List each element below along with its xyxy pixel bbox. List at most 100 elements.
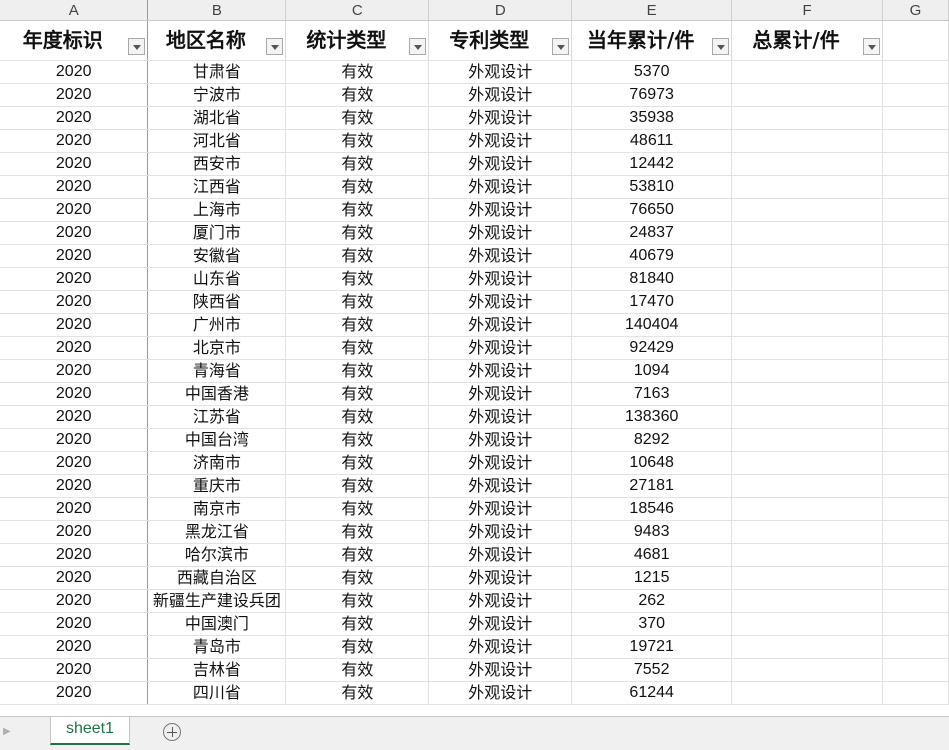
cell[interactable]: 哈尔滨市 <box>147 543 287 567</box>
cell[interactable]: 外观设计 <box>428 681 573 705</box>
cell[interactable] <box>731 428 883 452</box>
cell[interactable]: 外观设计 <box>428 152 573 176</box>
column-header-d[interactable]: D <box>428 0 573 21</box>
cell[interactable] <box>731 382 883 406</box>
cell[interactable]: 1094 <box>571 359 733 383</box>
cell[interactable]: 重庆市 <box>147 474 287 498</box>
cell[interactable]: 吉林省 <box>147 658 287 682</box>
cell[interactable]: 262 <box>571 589 733 613</box>
cell[interactable]: 中国澳门 <box>147 612 287 636</box>
cell[interactable]: 西藏自治区 <box>147 566 287 590</box>
filter-dropdown-icon[interactable] <box>266 38 284 55</box>
cell[interactable]: 76650 <box>571 198 733 222</box>
cell[interactable]: 外观设计 <box>428 106 573 130</box>
cell[interactable]: 黑龙江省 <box>147 520 287 544</box>
cell[interactable]: 外观设计 <box>428 543 573 567</box>
cell[interactable]: 1215 <box>571 566 733 590</box>
cell[interactable]: 四川省 <box>147 681 287 705</box>
header-cell[interactable]: 当年累计/件 <box>571 20 733 61</box>
cell[interactable] <box>882 198 949 222</box>
cell[interactable] <box>731 221 883 245</box>
cell[interactable]: 山东省 <box>147 267 287 291</box>
cell[interactable]: 10648 <box>571 451 733 475</box>
cell[interactable]: 有效 <box>285 681 430 705</box>
cell[interactable]: 有效 <box>285 520 430 544</box>
cell[interactable] <box>882 244 949 268</box>
cell[interactable]: 外观设计 <box>428 520 573 544</box>
cell[interactable] <box>882 520 949 544</box>
cell[interactable]: 7552 <box>571 658 733 682</box>
cell[interactable] <box>882 635 949 659</box>
cell[interactable] <box>731 129 883 153</box>
cell[interactable] <box>731 635 883 659</box>
cell[interactable]: 有效 <box>285 589 430 613</box>
cell[interactable] <box>731 520 883 544</box>
cell[interactable]: 青岛市 <box>147 635 287 659</box>
cell[interactable] <box>731 589 883 613</box>
cell[interactable]: 2020 <box>0 290 149 314</box>
cell[interactable] <box>882 267 949 291</box>
filter-dropdown-icon[interactable] <box>409 38 427 55</box>
cell[interactable]: 有效 <box>285 198 430 222</box>
cell[interactable]: 河北省 <box>147 129 287 153</box>
cell[interactable]: 53810 <box>571 175 733 199</box>
cell[interactable] <box>731 267 883 291</box>
cell[interactable]: 2020 <box>0 129 149 153</box>
header-cell[interactable]: 总累计/件 <box>731 20 883 61</box>
cell[interactable]: 12442 <box>571 152 733 176</box>
cell[interactable]: 2020 <box>0 589 149 613</box>
cell[interactable]: 2020 <box>0 60 149 84</box>
cell[interactable]: 有效 <box>285 83 430 107</box>
cell[interactable] <box>882 382 949 406</box>
cell[interactable]: 北京市 <box>147 336 287 360</box>
cell[interactable]: 2020 <box>0 428 149 452</box>
cell[interactable] <box>882 428 949 452</box>
cell[interactable]: 青海省 <box>147 359 287 383</box>
cell[interactable] <box>882 451 949 475</box>
cell[interactable]: 外观设计 <box>428 336 573 360</box>
cell[interactable] <box>731 106 883 130</box>
cell[interactable]: 外观设计 <box>428 359 573 383</box>
cell[interactable]: 40679 <box>571 244 733 268</box>
cell[interactable] <box>882 336 949 360</box>
cell[interactable]: 厦门市 <box>147 221 287 245</box>
cell[interactable]: 2020 <box>0 175 149 199</box>
cell[interactable] <box>882 175 949 199</box>
cell[interactable]: 92429 <box>571 336 733 360</box>
cell[interactable]: 有效 <box>285 244 430 268</box>
cell[interactable] <box>731 313 883 337</box>
cell[interactable]: 2020 <box>0 267 149 291</box>
cell[interactable] <box>882 83 949 107</box>
cell[interactable]: 2020 <box>0 612 149 636</box>
cell[interactable]: 17470 <box>571 290 733 314</box>
cell[interactable]: 有效 <box>285 60 430 84</box>
cell[interactable]: 外观设计 <box>428 244 573 268</box>
cell[interactable]: 2020 <box>0 543 149 567</box>
cell[interactable]: 有效 <box>285 566 430 590</box>
cell[interactable]: 2020 <box>0 405 149 429</box>
sheet-tab-sheet1[interactable]: sheet1 <box>50 717 130 745</box>
cell[interactable] <box>731 658 883 682</box>
cell[interactable]: 上海市 <box>147 198 287 222</box>
cell[interactable]: 有效 <box>285 428 430 452</box>
cell[interactable] <box>882 129 949 153</box>
cell[interactable]: 外观设计 <box>428 198 573 222</box>
cell[interactable] <box>731 405 883 429</box>
cell[interactable]: 外观设计 <box>428 290 573 314</box>
cell[interactable]: 湖北省 <box>147 106 287 130</box>
cell[interactable] <box>731 336 883 360</box>
cell[interactable] <box>882 106 949 130</box>
cell[interactable]: 2020 <box>0 658 149 682</box>
cell[interactable]: 外观设计 <box>428 451 573 475</box>
cell[interactable]: 24837 <box>571 221 733 245</box>
cell[interactable]: 2020 <box>0 635 149 659</box>
cell[interactable]: 27181 <box>571 474 733 498</box>
cell[interactable]: 宁波市 <box>147 83 287 107</box>
cell[interactable]: 外观设计 <box>428 658 573 682</box>
cell[interactable] <box>731 359 883 383</box>
cell[interactable] <box>731 60 883 84</box>
cell[interactable]: 甘肃省 <box>147 60 287 84</box>
cell[interactable]: 2020 <box>0 566 149 590</box>
cell[interactable]: 2020 <box>0 244 149 268</box>
cell[interactable]: 有效 <box>285 106 430 130</box>
